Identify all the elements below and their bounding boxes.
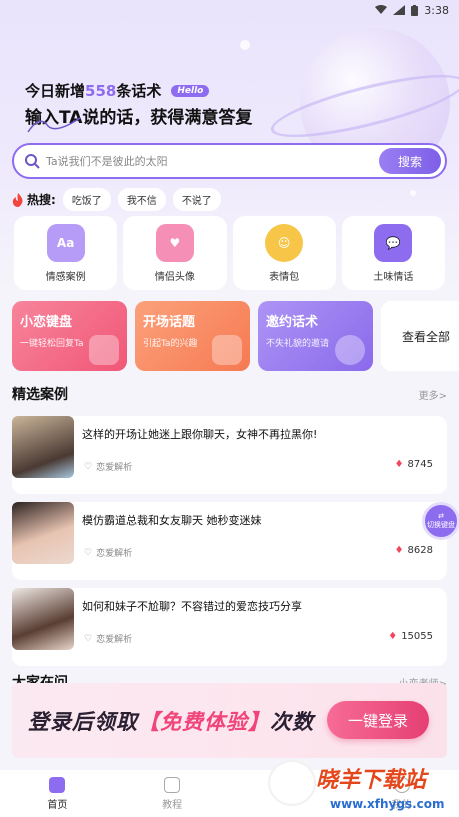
smiley-icon: ☺ (265, 223, 304, 262)
battery-icon (411, 4, 419, 16)
case-card[interactable]: 如何和妹子不尬聊？不容错过的爱恋技巧分享 ♡ 恋爱解析 ♦ 15055 (12, 588, 447, 666)
tool-stickers[interactable]: ☺ 表情包 (232, 216, 336, 290)
hot-chip[interactable]: 我不信 (117, 188, 166, 211)
status-bar: 3:38 (0, 0, 459, 20)
case-card[interactable]: 模仿霸道总裁和女友聊天 她秒变迷妹 ♡ 恋爱解析 ♦ 8628 (12, 502, 447, 580)
case-card[interactable]: 这样的开场让她迷上跟你聊天，女神不再拉黑你! ♡ 恋爱解析 ♦ 8745 (12, 416, 447, 494)
star-decoration (410, 190, 416, 196)
promo-prefix: 登录后领取 (28, 709, 138, 734)
switch-keyboard-label: 切换键盘 (427, 521, 455, 529)
search-input[interactable]: Ta说我们不是彼此的太阳 (46, 153, 379, 169)
swap-icon: ⇄ (438, 512, 444, 520)
hot-search-row: 热搜: 吃饭了 我不信 不说了 (12, 188, 221, 211)
section-title: 精选案例 (12, 387, 68, 403)
hot-chip[interactable]: 吃饭了 (62, 188, 111, 211)
chat-bubble-icon: 💬 (374, 223, 413, 262)
case-count-value: 15055 (401, 631, 433, 642)
heart-outline-icon: ♡ (84, 547, 93, 558)
category-title: 邀约话术 (266, 315, 319, 330)
tool-label: 情侣头像 (154, 271, 195, 283)
category-invitation[interactable]: 邀约话术 不失礼貌的邀请 (258, 301, 373, 371)
flame-icon: ♦ (388, 631, 398, 642)
switch-keyboard-button[interactable]: ⇄ 切换键盘 (422, 502, 459, 540)
case-thumbnail (12, 588, 74, 650)
category-opening-topic[interactable]: 开场话题 引起Ta的兴趣 (135, 301, 250, 371)
case-count-value: 8628 (407, 545, 433, 556)
category-row: 小恋键盘 一键轻松回复Ta 开场话题 引起Ta的兴趣 邀约话术 不失礼貌的邀请 … (12, 301, 459, 371)
case-count: ♦ 15055 (388, 631, 433, 642)
case-title: 如何和妹子不尬聊？不容错过的爱恋技巧分享 (82, 600, 302, 613)
hello-badge: Hello (171, 84, 210, 97)
watermark-url: www.xfhygs.com (330, 797, 445, 811)
more-link[interactable]: 更多> (419, 387, 447, 402)
signal-icon (393, 5, 406, 15)
tool-couple-avatar[interactable]: ♥ 情侣头像 (123, 216, 227, 290)
view-all-button[interactable]: 查看全部 (381, 301, 459, 371)
headline-daily: 今日新增 558 条话术 Hello (25, 80, 210, 101)
case-tag: ♡ 恋爱解析 (84, 460, 133, 474)
one-click-login-button[interactable]: 一键登录 (327, 701, 429, 739)
promo-text: 登录后领取【免费体验】次数 (28, 706, 314, 736)
flame-icon: ♦ (394, 545, 404, 556)
category-title: 开场话题 (143, 315, 196, 330)
headline-count: 558 (85, 81, 117, 100)
tool-emotion-cases[interactable]: Aa 情感案例 (14, 216, 118, 290)
case-tag: ♡ 恋爱解析 (84, 546, 133, 560)
search-bar[interactable]: Ta说我们不是彼此的太阳 搜索 (12, 143, 447, 179)
tab-label: 教程 (162, 799, 183, 811)
headline-suffix: 条话术 (116, 82, 162, 100)
promo-suffix: 次数 (270, 709, 314, 734)
case-title: 模仿霸道总裁和女友聊天 她秒变迷妹 (82, 514, 262, 527)
tab-label: 首页 (47, 799, 68, 811)
wifi-icon (375, 5, 388, 14)
chat-dots-icon (212, 335, 242, 365)
hot-label-text: 热搜: (27, 193, 56, 207)
heart-outline-icon: ♡ (84, 633, 93, 644)
case-tag-text: 恋爱解析 (96, 635, 133, 645)
heart-icon: ♥ (155, 223, 194, 262)
watermark-title: 晓羊下载站 (316, 768, 427, 793)
featured-header: 精选案例 更多> (12, 384, 447, 404)
category-keyboard[interactable]: 小恋键盘 一键轻松回复Ta (12, 301, 127, 371)
moon-icon (335, 335, 365, 365)
case-thumbnail (12, 416, 74, 478)
hot-chip[interactable]: 不说了 (172, 188, 221, 211)
tool-label: 表情包 (269, 271, 300, 283)
status-time: 3:38 (424, 3, 449, 17)
tool-label: 土味情话 (373, 271, 414, 283)
flame-icon: ♦ (394, 459, 404, 470)
keyboard-icon (89, 335, 119, 365)
tool-label: 情感案例 (45, 271, 86, 283)
case-tag: ♡ 恋爱解析 (84, 632, 133, 646)
fire-icon (12, 192, 23, 207)
sheep-logo-icon (268, 760, 316, 806)
swoosh-decoration (27, 117, 81, 133)
case-count: ♦ 8628 (395, 545, 433, 556)
tab-home[interactable]: 首页 (0, 770, 115, 817)
heart-outline-icon: ♡ (84, 461, 93, 472)
home-icon (49, 776, 66, 793)
search-icon (25, 154, 40, 169)
case-tag-text: 恋爱解析 (96, 549, 133, 559)
promo-highlight: 【免费体验】 (138, 709, 270, 734)
login-promo-banner[interactable]: 登录后领取【免费体验】次数 一键登录 (12, 683, 447, 758)
tab-tutorial[interactable]: 教程 (115, 770, 230, 817)
case-title: 这样的开场让她迷上跟你聊天，女神不再拉黑你! (82, 428, 318, 441)
category-title: 小恋键盘 (20, 315, 73, 330)
case-thumbnail (12, 502, 74, 564)
book-icon (164, 776, 181, 793)
headline-prefix: 今日新增 (25, 82, 86, 100)
star-decoration (240, 40, 250, 50)
tool-cheesy-lines[interactable]: 💬 土味情话 (341, 216, 445, 290)
quick-tools: Aa 情感案例 ♥ 情侣头像 ☺ 表情包 💬 土味情话 (14, 216, 445, 290)
case-count-value: 8745 (407, 459, 433, 470)
text-aa-icon: Aa (46, 223, 85, 262)
search-button[interactable]: 搜索 (379, 148, 441, 174)
case-count: ♦ 8745 (395, 459, 433, 470)
hot-label: 热搜: (12, 191, 56, 208)
case-tag-text: 恋爱解析 (96, 463, 133, 473)
